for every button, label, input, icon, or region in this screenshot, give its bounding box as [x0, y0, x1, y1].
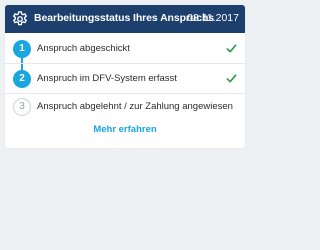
step-label: Anspruch im DFV-System erfasst — [37, 73, 177, 84]
status-steps: 1 Anspruch abgeschickt 2 Anspruch im DFV… — [5, 33, 245, 121]
step-number-badge: 1 — [13, 40, 31, 58]
status-date: 08.11.2017 — [187, 12, 239, 24]
step-number-badge: 2 — [13, 70, 31, 88]
card-header: Bearbeitungsstatus Ihres Anspruchs 08.11… — [5, 5, 245, 33]
checkmark-icon — [226, 44, 237, 53]
status-step-2: 2 Anspruch im DFV-System erfasst — [5, 68, 245, 90]
step-divider — [5, 93, 245, 94]
status-step-3: 3 Anspruch abgelehnt / zur Zahlung angew… — [5, 96, 245, 118]
step-number-badge: 3 — [13, 98, 31, 116]
status-step-1: 1 Anspruch abgeschickt — [5, 38, 245, 60]
learn-more-link[interactable]: Mehr erfahren — [5, 124, 245, 135]
step-label: Anspruch abgeschickt — [37, 43, 130, 54]
claim-status-card: Bearbeitungsstatus Ihres Anspruchs 08.11… — [5, 5, 245, 148]
gear-icon — [12, 11, 28, 26]
step-label: Anspruch abgelehnt / zur Zahlung angewie… — [37, 101, 233, 112]
checkmark-icon — [226, 74, 237, 83]
step-divider — [5, 63, 245, 64]
